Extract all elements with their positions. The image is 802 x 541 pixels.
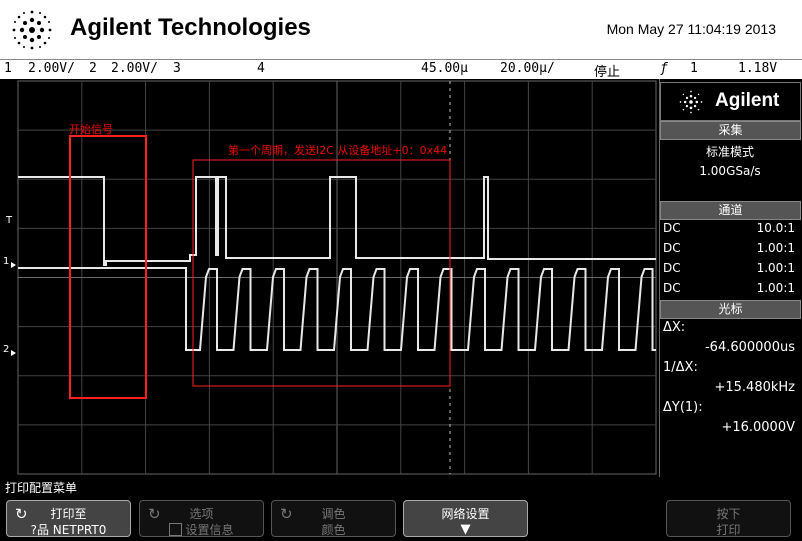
- palette-value: 颜色: [321, 523, 346, 537]
- time-position[interactable]: 45.00µ: [421, 61, 468, 76]
- press-label: 按下: [716, 507, 741, 521]
- cursor-dx-value: -64.600000us: [704, 340, 795, 355]
- channel-header: 通道: [660, 201, 801, 220]
- cursor-dx-value-row: -64.600000us: [663, 340, 795, 358]
- options-value: 设置信息: [185, 523, 234, 537]
- cursor-inv-dx-value: +15.480kHz: [714, 380, 795, 395]
- ch4-number[interactable]: 4: [257, 61, 265, 76]
- channel-probe: 1.00:1: [756, 281, 795, 295]
- ch1-scale[interactable]: 2.00V/: [28, 61, 75, 76]
- cursor-dy-label: ΔY(1):: [663, 400, 703, 415]
- cursor-dx-label: ΔX:: [663, 320, 686, 335]
- sample-rate: 1.00GSa/s: [699, 164, 761, 178]
- cursor-inv-dx-label: 1/ΔX:: [663, 360, 698, 375]
- cursor-inv-dx-label-row: 1/ΔX:: [663, 360, 795, 378]
- ch2-number[interactable]: 2: [89, 61, 97, 76]
- ch1-number[interactable]: 1: [4, 61, 12, 76]
- ch1-ground-marker: 1: [3, 256, 9, 267]
- ch2-ground-marker: 2: [3, 344, 9, 355]
- channel-row: DC 1.00:1: [663, 261, 795, 279]
- ch1-ground-arrow-icon: [11, 262, 16, 268]
- brand-name: Agilent Technologies: [70, 14, 311, 41]
- cursor-info: ΔX: -64.600000us 1/ΔX: +15.480kHz ΔY(1):…: [661, 320, 799, 438]
- run-state[interactable]: 停止: [594, 61, 620, 80]
- trigger-level[interactable]: 1.18V: [738, 61, 777, 76]
- side-logo-text: Agilent: [715, 90, 780, 111]
- checkbox-icon[interactable]: [169, 523, 183, 536]
- options-value-row: 设置信息: [140, 521, 263, 538]
- channel-coupling: DC: [663, 241, 681, 255]
- channel-probe: 1.00:1: [756, 261, 795, 275]
- network-settings-label: 网络设置: [441, 507, 490, 521]
- agilent-spark-icon: [679, 90, 703, 114]
- cursor-dy-label-row: ΔY(1):: [663, 400, 795, 418]
- network-settings-softkey[interactable]: 网络设置 ▼: [403, 500, 528, 537]
- channel-coupling: DC: [663, 261, 681, 275]
- print-to-softkey[interactable]: ↻ 打印至 ?品 NETPRT0: [6, 500, 131, 537]
- options-label: 选项: [189, 507, 214, 521]
- time-scale[interactable]: 20.00µ/: [500, 61, 555, 76]
- channel-coupling: DC: [663, 221, 681, 235]
- start-signal-label: 开始信号: [69, 123, 113, 136]
- ch2-scale[interactable]: 2.00V/: [111, 61, 158, 76]
- date-time: Mon May 27 11:04:19 2013: [606, 21, 776, 37]
- acquire-mode: 标准模式: [705, 145, 754, 159]
- menu-title: 打印配置菜单: [0, 479, 802, 497]
- channel-row: DC 1.00:1: [663, 281, 795, 299]
- info-side-panel: Agilent 采集 标准模式 1.00GSa/s 通道 DC 10.0:1 D…: [659, 79, 801, 477]
- print-to-label: 打印至: [50, 507, 87, 521]
- cursor-dy-value-row: +16.0000V: [663, 420, 795, 438]
- softkey-bar: ↻ 打印至 ?品 NETPRT0 ↻ 选项 设置信息 ↻ 调色 颜色 网络设置 …: [0, 497, 802, 541]
- agilent-spark-icon: [12, 10, 52, 50]
- waveform-display[interactable]: T 1 2 开始信号 第一个周期，发送I2C 从设备地址+0：0x44: [0, 79, 658, 477]
- trigger-edge-icon: ƒ: [660, 61, 668, 76]
- waveform-grid: T 1 2: [3, 80, 657, 475]
- trigger-channel[interactable]: 1: [690, 61, 698, 76]
- trigger-marker: T: [5, 215, 13, 226]
- cursor-dx-label-row: ΔX:: [663, 320, 795, 338]
- channel-probe: 1.00:1: [756, 241, 795, 255]
- print-to-value: ?品 NETPRT0: [30, 523, 107, 537]
- channel-row: DC 10.0:1: [663, 221, 795, 239]
- channel-info: DC 10.0:1 DC 1.00:1 DC 1.00:1 DC 1.00:1: [661, 221, 799, 299]
- cursor-header: 光标: [660, 300, 801, 319]
- palette-label: 调色: [321, 507, 346, 521]
- press-value: 打印: [716, 523, 741, 537]
- ch3-number[interactable]: 3: [173, 61, 181, 76]
- channel-row: DC 1.00:1: [663, 241, 795, 259]
- acquire-header: 采集: [660, 121, 801, 140]
- status-bar: 1 2.00V/ 2 2.00V/ 3 4 45.00µ 20.00µ/ 停止 …: [0, 59, 802, 80]
- options-softkey[interactable]: ↻ 选项 设置信息: [139, 500, 264, 537]
- cursor-dy-value: +16.0000V: [721, 420, 795, 435]
- title-bar: Agilent Technologies Mon May 27 11:04:19…: [0, 0, 802, 59]
- press-to-print-softkey[interactable]: 按下 打印: [666, 500, 791, 537]
- ch2-ground-arrow-icon: [11, 350, 16, 356]
- acquire-info: 标准模式 1.00GSa/s: [661, 141, 799, 199]
- channel-probe: 10.0:1: [756, 221, 795, 235]
- channel-coupling: DC: [663, 281, 681, 295]
- submenu-arrow-icon: ▼: [460, 522, 471, 537]
- cursor-inv-dx-value-row: +15.480kHz: [663, 380, 795, 398]
- palette-softkey[interactable]: ↻ 调色 颜色: [271, 500, 396, 537]
- side-logo: Agilent: [660, 82, 801, 121]
- first-period-label: 第一个周期，发送I2C 从设备地址+0：0x44: [228, 144, 448, 157]
